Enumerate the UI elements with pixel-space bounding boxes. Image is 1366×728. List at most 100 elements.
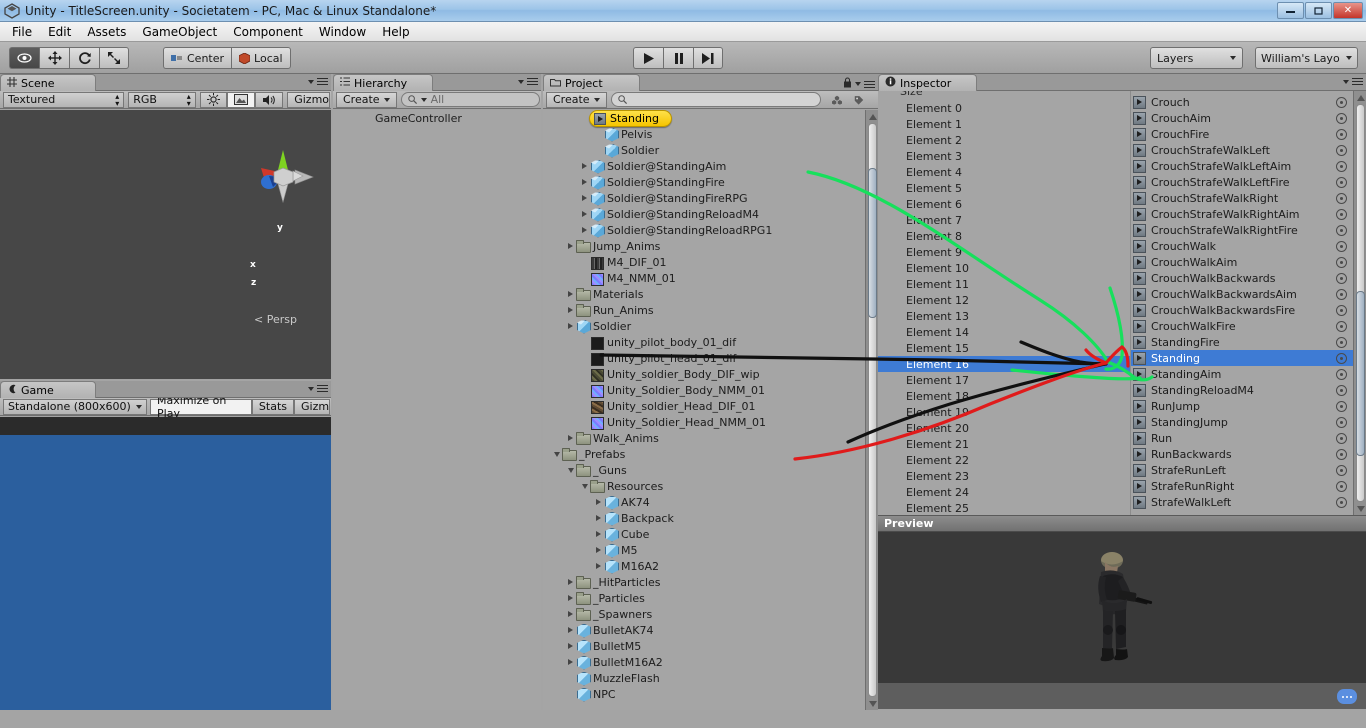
inspector-element-row[interactable]: Element 25 bbox=[878, 500, 1130, 515]
expand-arrow-icon[interactable] bbox=[593, 531, 604, 537]
animation-clip-icon[interactable] bbox=[1133, 319, 1146, 333]
animation-clip-icon[interactable] bbox=[1133, 143, 1146, 157]
inspector-animation-row[interactable]: CrouchStrafeWalkLeftAim bbox=[1131, 158, 1353, 174]
tree-item[interactable]: MuzzleFlash bbox=[543, 670, 865, 686]
expand-arrow-icon[interactable] bbox=[565, 643, 576, 649]
object-picker-icon[interactable] bbox=[1336, 192, 1347, 204]
inspector-animation-row[interactable]: Crouch bbox=[1131, 94, 1353, 110]
tree-item[interactable]: Jump_Anims bbox=[543, 238, 865, 254]
object-picker-icon[interactable] bbox=[1336, 272, 1347, 284]
inspector-element-row[interactable]: Element 15 bbox=[878, 340, 1130, 356]
tab-hierarchy[interactable]: Hierarchy bbox=[333, 74, 433, 91]
tree-item[interactable]: BulletM5 bbox=[543, 638, 865, 654]
game-panel-menu[interactable] bbox=[308, 384, 328, 393]
close-button[interactable]: ✕ bbox=[1333, 2, 1363, 19]
inspector-element-row[interactable]: Element 8 bbox=[878, 228, 1130, 244]
expand-arrow-icon[interactable] bbox=[565, 611, 576, 617]
inspector-animation-row[interactable]: CrouchStrafeWalkLeftFire bbox=[1131, 174, 1353, 190]
scene-draw-mode-dropdown[interactable]: Textured ▴ ▾ bbox=[3, 91, 125, 108]
rotate-tool-button[interactable] bbox=[69, 47, 99, 69]
inspector-element-row[interactable]: Element 20 bbox=[878, 420, 1130, 436]
project-create-button[interactable]: Create bbox=[546, 91, 607, 108]
inspector-scroll-thumb[interactable] bbox=[1356, 291, 1365, 456]
tab-game[interactable]: Game bbox=[0, 381, 96, 398]
animation-clip-icon[interactable] bbox=[1133, 399, 1146, 413]
expand-arrow-icon[interactable] bbox=[565, 307, 576, 313]
tree-item[interactable]: M5 bbox=[543, 542, 865, 558]
inspector-animation-row[interactable]: CrouchWalkBackwards bbox=[1131, 270, 1353, 286]
inspector-animation-row[interactable]: StrafeWalkLeft bbox=[1131, 494, 1353, 510]
game-stats-toggle[interactable]: Stats bbox=[251, 398, 294, 415]
object-picker-icon[interactable] bbox=[1336, 160, 1347, 172]
expand-arrow-icon[interactable] bbox=[579, 163, 590, 169]
animation-clip-icon[interactable] bbox=[1133, 351, 1146, 365]
collapse-arrow-icon[interactable] bbox=[565, 468, 576, 473]
animation-clip-icon[interactable] bbox=[1133, 239, 1146, 253]
inspector-element-row[interactable]: Element 5 bbox=[878, 180, 1130, 196]
lock-icon[interactable] bbox=[843, 77, 852, 91]
expand-arrow-icon[interactable] bbox=[565, 659, 576, 665]
game-aspect-dropdown[interactable]: Standalone (800x600) bbox=[3, 398, 148, 415]
expand-arrow-icon[interactable] bbox=[565, 323, 576, 329]
menu-file[interactable]: File bbox=[5, 23, 39, 41]
inspector-element-row[interactable]: Element 11 bbox=[878, 276, 1130, 292]
pause-button[interactable] bbox=[663, 47, 693, 69]
inspector-scroll-down-button[interactable] bbox=[1355, 503, 1366, 514]
inspector-panel-menu[interactable] bbox=[1343, 77, 1363, 86]
object-picker-icon[interactable] bbox=[1336, 400, 1347, 412]
inspector-element-row[interactable]: Element 1 bbox=[878, 116, 1130, 132]
menu-edit[interactable]: Edit bbox=[41, 23, 78, 41]
collapse-arrow-icon[interactable] bbox=[551, 452, 562, 457]
scene-gizmos-dropdown[interactable]: Gizmo bbox=[287, 91, 330, 108]
tree-item[interactable]: Soldier@StandingFire bbox=[543, 174, 865, 190]
expand-arrow-icon[interactable] bbox=[593, 499, 604, 505]
hierarchy-search-input[interactable]: All bbox=[400, 92, 540, 107]
inspector-element-row[interactable]: Element 14 bbox=[878, 324, 1130, 340]
object-picker-icon[interactable] bbox=[1336, 480, 1347, 492]
tree-item[interactable]: Unity_soldier_Head_DIF_01 bbox=[543, 398, 865, 414]
expand-arrow-icon[interactable] bbox=[579, 211, 590, 217]
inspector-element-row[interactable]: Element 18 bbox=[878, 388, 1130, 404]
hierarchy-create-button[interactable]: Create bbox=[336, 91, 397, 108]
tree-item[interactable]: Soldier@StandingFireRPG bbox=[543, 190, 865, 206]
project-scroll-down-button[interactable] bbox=[867, 698, 878, 709]
pivot-local-button[interactable]: Local bbox=[231, 47, 291, 69]
move-tool-button[interactable] bbox=[39, 47, 69, 69]
expand-arrow-icon[interactable] bbox=[565, 579, 576, 585]
object-picker-icon[interactable] bbox=[1336, 288, 1347, 300]
menu-component[interactable]: Component bbox=[226, 23, 310, 41]
tree-item[interactable]: Unity_Soldier_Body_NMM_01 bbox=[543, 382, 865, 398]
object-picker-icon[interactable] bbox=[1336, 496, 1347, 508]
inspector-animation-row[interactable]: CrouchWalkBackwardsFire bbox=[1131, 302, 1353, 318]
inspector-element-row[interactable]: Element 24 bbox=[878, 484, 1130, 500]
animation-clip-icon[interactable] bbox=[1133, 271, 1146, 285]
expand-arrow-icon[interactable] bbox=[593, 515, 604, 521]
inspector-animation-row[interactable]: StandingReloadM4 bbox=[1131, 382, 1353, 398]
tree-item[interactable]: Standing bbox=[589, 110, 673, 127]
inspector-animation-row[interactable]: CrouchFire bbox=[1131, 126, 1353, 142]
tree-item[interactable]: BulletM16A2 bbox=[543, 654, 865, 670]
expand-arrow-icon[interactable] bbox=[565, 435, 576, 441]
tree-item[interactable]: _Prefabs bbox=[543, 446, 865, 462]
maximize-on-play-toggle[interactable]: Maximize on Play bbox=[150, 394, 252, 420]
animation-clip-icon[interactable] bbox=[1133, 431, 1146, 445]
tree-item[interactable]: _HitParticles bbox=[543, 574, 865, 590]
pivot-center-button[interactable]: Center bbox=[163, 47, 232, 69]
maximize-button[interactable] bbox=[1305, 2, 1332, 19]
inspector-element-row[interactable]: Element 17 bbox=[878, 372, 1130, 388]
scene-view-canvas[interactable]: y x z < Persp bbox=[0, 110, 331, 379]
object-picker-icon[interactable] bbox=[1336, 320, 1347, 332]
collapse-arrow-icon[interactable] bbox=[579, 484, 590, 489]
animation-clip-icon[interactable] bbox=[1133, 127, 1146, 141]
tree-item[interactable]: Pelvis bbox=[543, 126, 865, 142]
animation-clip-icon[interactable] bbox=[1133, 255, 1146, 269]
project-filter-type-button[interactable] bbox=[826, 92, 848, 108]
tree-item[interactable]: M16A2 bbox=[543, 558, 865, 574]
inspector-element-row[interactable]: Element 10 bbox=[878, 260, 1130, 276]
tree-item[interactable]: M4_DIF_01 bbox=[543, 254, 865, 270]
animation-clip-icon[interactable] bbox=[1133, 367, 1146, 381]
inspector-element-row[interactable]: Element 4 bbox=[878, 164, 1130, 180]
inspector-animation-row[interactable]: StandingFire bbox=[1131, 334, 1353, 350]
project-panel-menu[interactable] bbox=[843, 77, 875, 91]
animation-clip-icon[interactable] bbox=[1133, 383, 1146, 397]
